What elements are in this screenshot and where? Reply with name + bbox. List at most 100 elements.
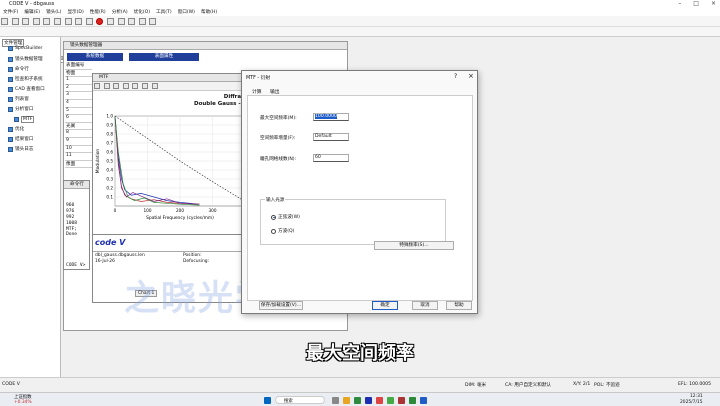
open-file-icon[interactable] — [11, 18, 19, 25]
mtf-icon[interactable] — [138, 18, 146, 25]
help-button[interactable]: 帮助 — [446, 301, 472, 310]
menu-optimize[interactable]: 优化(O) — [134, 9, 150, 15]
group-label: 输入光源 — [265, 197, 286, 203]
new-file-icon[interactable] — [1, 18, 8, 25]
plot-save-icon[interactable] — [94, 83, 100, 89]
file-explorer-icon[interactable] — [343, 397, 350, 404]
maximize-icon[interactable]: □ — [693, 0, 699, 7]
menu-file[interactable]: 文件(F) — [3, 9, 18, 15]
table-row[interactable]: 2 — [65, 85, 92, 93]
tree-item-optimize[interactable]: 优化 — [8, 126, 24, 132]
radio-checked-icon — [271, 214, 276, 220]
wechat-icon[interactable] — [409, 397, 416, 404]
table-row[interactable]: 物面 — [65, 70, 92, 78]
redo-icon[interactable] — [85, 18, 93, 25]
cut-icon[interactable] — [32, 18, 40, 25]
command-prompt[interactable]: CODE V> — [66, 263, 85, 268]
app-title: CODE V - dbgauss — [9, 1, 55, 7]
window-tile-icon[interactable] — [149, 18, 157, 25]
print-icon[interactable] — [64, 18, 72, 25]
table-row[interactable]: 9 — [65, 138, 92, 146]
tree-item-mtf[interactable]: MTF — [14, 116, 35, 123]
menu-tools[interactable]: 工具(T) — [156, 9, 172, 15]
close-icon[interactable]: × — [711, 0, 716, 7]
tree-item-specbuilder[interactable]: SpecBuilder — [8, 46, 42, 51]
radio-sine[interactable]: 正弦波(W) — [271, 214, 300, 220]
tab-surface-properties[interactable]: 表面属性 — [129, 53, 199, 61]
minimize-icon[interactable]: – — [678, 0, 681, 7]
plot-zoom-icon[interactable] — [122, 83, 129, 89]
menu-lens[interactable]: 镜头(L) — [46, 9, 61, 15]
grid-input[interactable]: 60 — [313, 154, 349, 162]
y-tick-label: 1.0 — [106, 114, 113, 119]
tree-item-analysis[interactable]: 分析窗口 — [8, 106, 33, 112]
lens-view-icon[interactable] — [106, 18, 114, 25]
y-tick-label: 0.2 — [106, 186, 113, 191]
menu-help[interactable]: 帮助(H) — [201, 9, 217, 15]
output-line: 992 — [66, 215, 75, 220]
plot-settings-icon[interactable] — [151, 83, 158, 89]
tree-item-lens-data[interactable]: 镜头数据管理 — [8, 56, 43, 62]
undo-icon[interactable] — [75, 18, 83, 25]
plot-grid-icon[interactable] — [141, 83, 148, 89]
windows-start-icon[interactable] — [264, 397, 271, 404]
tree-item-lens-log[interactable]: 镜头日志 — [8, 146, 33, 152]
table-row[interactable]: 3 — [65, 92, 92, 100]
task-view-icon[interactable] — [332, 397, 339, 404]
table-row[interactable]: 像面 — [65, 161, 92, 169]
menu-performance[interactable]: 性能(R) — [90, 9, 106, 15]
table-row[interactable]: 4 — [65, 100, 92, 108]
taskbar-search[interactable]: 搜索 — [275, 396, 325, 404]
stop-icon[interactable] — [96, 18, 104, 25]
special-freq-button[interactable]: 特殊频率(S)... — [374, 241, 454, 250]
menu-analysis[interactable]: 分析(A) — [112, 9, 128, 15]
tree-item-results[interactable]: 结果窗口 — [8, 136, 33, 142]
tree-item-check[interactable]: 检查和子系统 — [8, 76, 43, 82]
tree-item-list[interactable]: 列表窗 — [8, 96, 29, 102]
close-icon[interactable]: × — [468, 72, 474, 80]
specbuilder-icon — [8, 46, 13, 51]
tab-output[interactable]: 输出 — [270, 88, 280, 95]
spot-icon[interactable] — [128, 18, 136, 25]
codev-taskbar-icon[interactable] — [365, 397, 372, 404]
table-row[interactable]: 11 — [65, 153, 92, 161]
app-red-icon[interactable] — [376, 397, 383, 404]
taskbar: 上证指数 +0.34% 搜索 12:31 2025/7/15 — [0, 392, 720, 406]
plot-copy-icon[interactable] — [113, 83, 120, 89]
command-icon — [8, 66, 13, 72]
app-green-icon[interactable] — [387, 397, 394, 404]
table-row[interactable]: 表面编号 — [65, 62, 92, 70]
cancel-button[interactable]: 取消 — [412, 301, 438, 310]
ok-button[interactable]: 确定 — [372, 301, 398, 310]
save-load-button[interactable]: 保存/加载设置(V)... — [259, 301, 303, 310]
wps-icon[interactable] — [398, 397, 405, 404]
copy-icon[interactable] — [43, 18, 51, 25]
word-icon[interactable] — [420, 397, 427, 404]
check-icon — [8, 76, 13, 82]
max-freq-input[interactable]: 100.0000 — [313, 113, 349, 121]
table-row[interactable]: 8 — [65, 130, 92, 138]
table-row[interactable]: 5 — [65, 108, 92, 116]
tree-item-cad[interactable]: CAD 查看窗口 — [8, 86, 45, 92]
save-icon[interactable] — [22, 18, 30, 25]
help-icon[interactable]: ? — [454, 73, 457, 80]
list-icon — [8, 96, 13, 102]
plot-icon[interactable] — [117, 18, 125, 25]
tree-item-label: 结果窗口 — [15, 137, 34, 142]
table-row[interactable]: 10 — [65, 146, 92, 154]
paste-icon[interactable] — [53, 18, 61, 25]
menu-display[interactable]: 显示(D) — [67, 9, 83, 15]
radio-square[interactable]: 方波(Q) — [271, 228, 294, 234]
table-row[interactable]: 6 — [65, 115, 92, 123]
browser-icon[interactable] — [354, 397, 361, 404]
tab-system-data[interactable]: 系统数据 — [67, 53, 123, 61]
plot-crosshair-icon[interactable] — [132, 83, 139, 89]
tree-item-label: 命令行 — [15, 67, 29, 72]
plot-print-icon[interactable] — [103, 83, 110, 89]
table-row[interactable]: 光阑 — [65, 123, 92, 131]
menu-window[interactable]: 窗口(W) — [178, 9, 195, 15]
table-row[interactable]: 1 — [65, 77, 92, 85]
freq-step-input[interactable]: Default — [313, 133, 349, 141]
tree-item-command[interactable]: 命令行 — [8, 66, 29, 72]
menu-edit[interactable]: 编辑(E) — [24, 9, 40, 15]
